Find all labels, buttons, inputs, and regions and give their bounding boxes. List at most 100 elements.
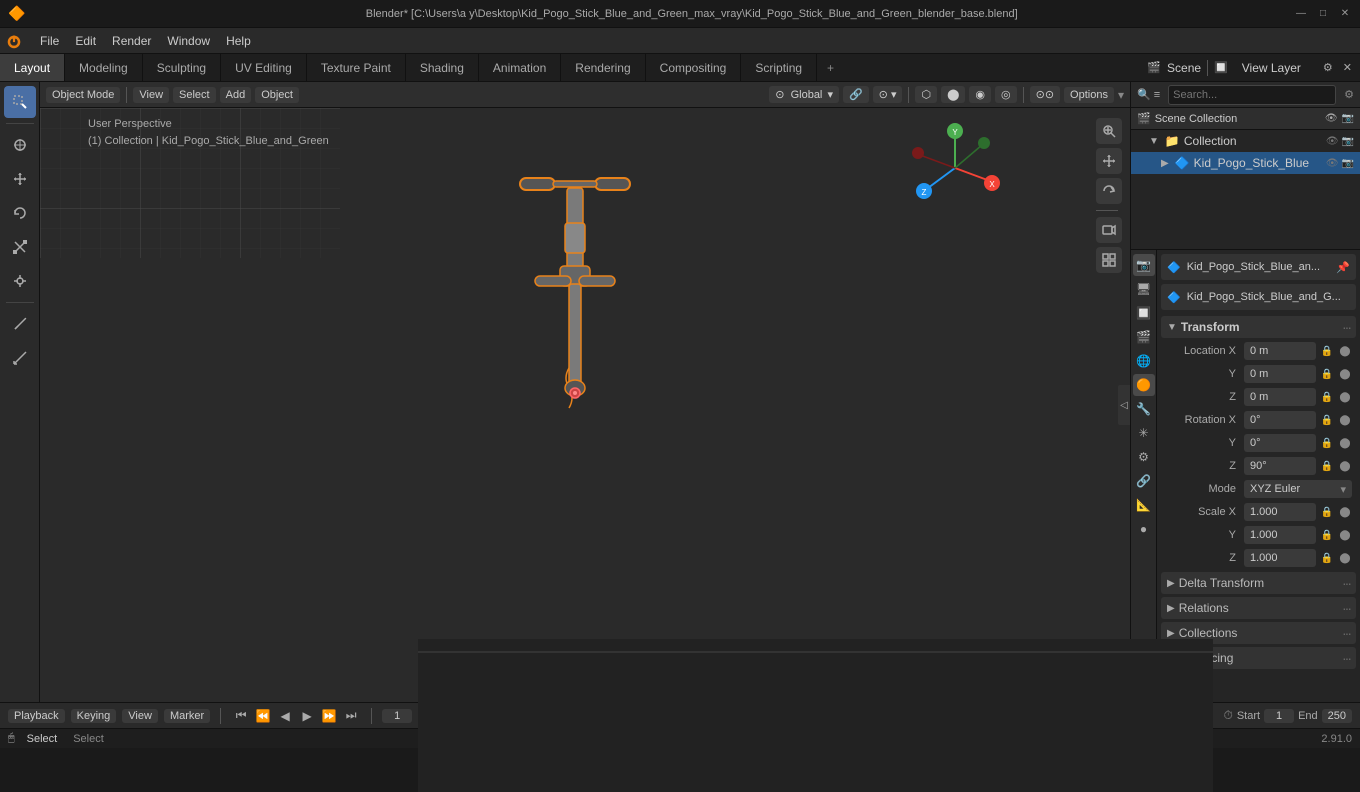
marker-menu[interactable]: Marker (164, 709, 210, 723)
location-y-anim[interactable]: ⬤ (1338, 367, 1352, 381)
location-x-anim[interactable]: ⬤ (1338, 344, 1352, 358)
view-layer-name[interactable]: View Layer (1234, 61, 1309, 75)
menu-help[interactable]: Help (218, 32, 259, 50)
scale-y-lock[interactable]: 🔒 (1320, 528, 1334, 542)
rotation-y-lock[interactable]: 🔒 (1320, 436, 1334, 450)
viewport-select-menu[interactable]: Select (173, 87, 216, 103)
shading-wire-button[interactable]: ⬡ (915, 86, 937, 103)
prop-scene-icon[interactable]: 🎬 (1133, 326, 1155, 348)
prop-active-object-row[interactable]: 🔷 Kid_Pogo_Stick_Blue_an... 📌 (1161, 254, 1356, 280)
outliner-row-collection[interactable]: ▼ 📁 Collection 👁 📷 (1131, 130, 1360, 152)
snap-button[interactable]: 🔗 (843, 86, 869, 103)
keying-menu[interactable]: Keying (71, 709, 117, 723)
prop-object-data-icon[interactable]: 📐 (1133, 494, 1155, 516)
overlay-button[interactable]: ⊙⊙ (1030, 86, 1060, 103)
prop-object-icon[interactable]: 🟠 (1133, 374, 1155, 396)
scale-z-lock[interactable]: 🔒 (1320, 551, 1334, 565)
scene-name[interactable]: Scene (1167, 61, 1201, 75)
prev-frame-button[interactable]: ◀ (275, 706, 295, 726)
scale-x-field[interactable]: 1.000 (1244, 503, 1316, 521)
add-workspace-button[interactable]: + (817, 54, 844, 81)
menu-render[interactable]: Render (104, 32, 159, 50)
outliner-filter-icon[interactable]: ≡ (1154, 89, 1160, 101)
location-z-anim[interactable]: ⬤ (1338, 390, 1352, 404)
scale-y-anim[interactable]: ⬤ (1338, 528, 1352, 542)
location-y-field[interactable]: 0 m (1244, 365, 1316, 383)
prop-output-icon[interactable]: 🖥 (1133, 278, 1155, 300)
prop-world-icon[interactable]: 🌐 (1133, 350, 1155, 372)
current-frame-indicator[interactable]: 1 (382, 709, 412, 723)
viewport[interactable]: Object Mode View Select Add Object ⊙ Glo… (40, 82, 1130, 702)
play-button[interactable]: ▶ (297, 706, 317, 726)
tab-animation[interactable]: Animation (479, 54, 561, 81)
select-tool-button[interactable] (4, 86, 36, 118)
orbit-tool[interactable] (1096, 178, 1122, 204)
scale-z-field[interactable]: 1.000 (1244, 549, 1316, 567)
rotation-x-lock[interactable]: 🔒 (1320, 413, 1334, 427)
rotate-tool-button[interactable] (4, 197, 36, 229)
pan-tool[interactable] (1096, 148, 1122, 174)
location-y-lock[interactable]: 🔒 (1320, 367, 1334, 381)
shading-material-button[interactable]: ◉ (969, 86, 991, 103)
transform-tool-button[interactable] (4, 265, 36, 297)
shading-solid-button[interactable]: ⬤ (941, 86, 965, 103)
viewport-gizmo[interactable]: Y X Z (910, 123, 1000, 213)
viewport-add-menu[interactable]: Add (220, 87, 252, 103)
menu-file[interactable]: File (32, 32, 67, 50)
tab-texture-paint[interactable]: Texture Paint (307, 54, 406, 81)
tab-scripting[interactable]: Scripting (741, 54, 817, 81)
prop-pin-icon[interactable]: 📌 (1336, 261, 1350, 274)
jump-start-button[interactable]: ⏮ (231, 706, 251, 726)
rotation-x-anim[interactable]: ⬤ (1338, 413, 1352, 427)
cursor-tool-button[interactable] (4, 129, 36, 161)
rotation-z-field[interactable]: 90° (1244, 457, 1316, 475)
annotate-tool-button[interactable] (4, 308, 36, 340)
location-z-field[interactable]: 0 m (1244, 388, 1316, 406)
rotation-y-field[interactable]: 0° (1244, 434, 1316, 452)
pogo-eye-icon[interactable]: 👁 (1326, 158, 1339, 169)
delta-transform-header[interactable]: ▶ Delta Transform ··· (1161, 572, 1356, 594)
tab-shading[interactable]: Shading (406, 54, 479, 81)
tab-rendering[interactable]: Rendering (561, 54, 645, 81)
minimize-button[interactable]: — (1294, 7, 1308, 21)
location-z-lock[interactable]: 🔒 (1320, 390, 1334, 404)
tab-layout[interactable]: Layout (0, 54, 65, 81)
prop-physics-icon[interactable]: ⚙ (1133, 446, 1155, 468)
prop-view-layer-icon[interactable]: 🔲 (1133, 302, 1155, 324)
options-button[interactable]: Options (1064, 87, 1114, 103)
pogo-render-icon[interactable]: 📷 (1342, 158, 1354, 169)
close-button[interactable]: ✕ (1338, 7, 1352, 21)
move-tool-button[interactable] (4, 163, 36, 195)
zoom-tool[interactable] (1096, 118, 1122, 144)
tab-compositing[interactable]: Compositing (646, 54, 742, 81)
tab-modeling[interactable]: Modeling (65, 54, 143, 81)
rotation-x-field[interactable]: 0° (1244, 411, 1316, 429)
playback-menu[interactable]: Playback (8, 709, 65, 723)
collection-render-icon[interactable]: 📷 (1342, 136, 1354, 147)
object-mode-dropdown[interactable]: Object Mode (46, 87, 120, 103)
viewport-view-menu[interactable]: View (133, 87, 169, 103)
tab-sculpting[interactable]: Sculpting (143, 54, 221, 81)
end-frame-field[interactable]: 250 (1322, 709, 1352, 723)
prop-particles-icon[interactable]: ✳ (1133, 422, 1155, 444)
rotation-z-anim[interactable]: ⬤ (1338, 459, 1352, 473)
outliner-search-input[interactable] (1168, 85, 1336, 105)
pivot-dropdown[interactable]: ⊙ Global ▾ (769, 86, 839, 103)
prop-modifiers-icon[interactable]: 🔧 (1133, 398, 1155, 420)
camera-view-tool[interactable] (1096, 217, 1122, 243)
relations-header[interactable]: ▶ Relations ··· (1161, 597, 1356, 619)
scene-collection-render-icon[interactable]: 📷 (1342, 113, 1354, 124)
viewport-canvas[interactable]: User Perspective (1) Collection | Kid_Po… (40, 108, 1130, 702)
view-menu[interactable]: View (122, 709, 158, 723)
right-panel-collapse[interactable]: ◁ (1118, 385, 1130, 425)
location-x-lock[interactable]: 🔒 (1320, 344, 1334, 358)
menu-window[interactable]: Window (159, 32, 218, 50)
collection-eye-icon[interactable]: 👁 (1326, 136, 1339, 147)
tab-uv-editing[interactable]: UV Editing (221, 54, 307, 81)
rotation-mode-dropdown[interactable]: XYZ Euler ▾ (1244, 480, 1352, 498)
scale-y-field[interactable]: 1.000 (1244, 526, 1316, 544)
jump-prev-button[interactable]: ⏪ (253, 706, 273, 726)
proportional-button[interactable]: ⊙ ▾ (873, 86, 903, 103)
transform-section-header[interactable]: ▼ Transform ··· (1161, 316, 1356, 338)
prop-active-data-row[interactable]: 🔷 Kid_Pogo_Stick_Blue_and_G... (1161, 284, 1356, 310)
